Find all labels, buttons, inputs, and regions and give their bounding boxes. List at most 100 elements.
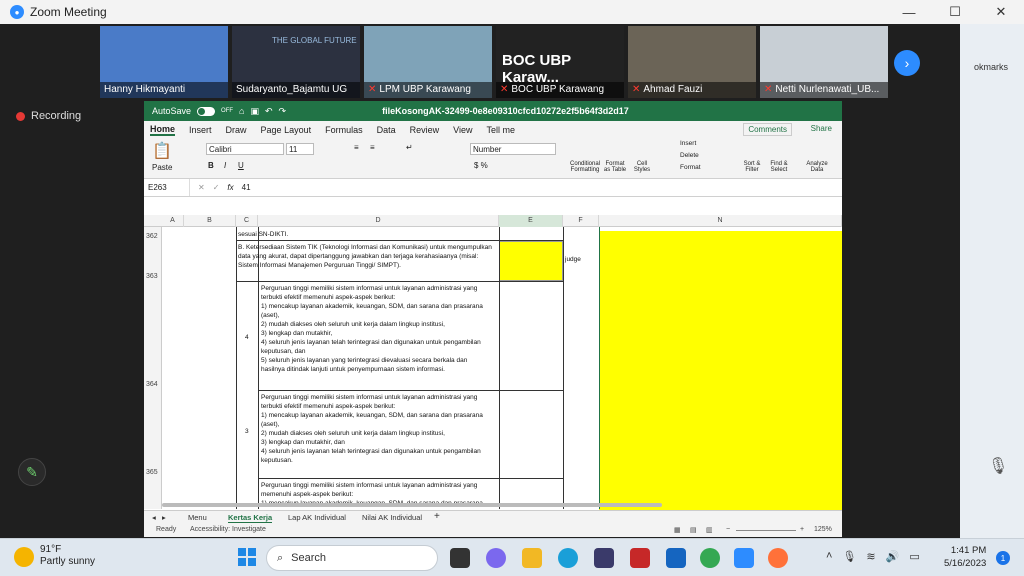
formula-enter-icon[interactable]: ✓ (213, 183, 220, 192)
column-header[interactable]: C (236, 215, 258, 227)
align-left-icon[interactable]: ≡ (354, 143, 359, 152)
battery-icon[interactable]: ▭ (909, 550, 919, 563)
column-header[interactable]: E (499, 215, 563, 227)
sheet-tab-nilai-ak-individual[interactable]: Nilai AK Individual (362, 513, 422, 522)
delete-cells-button[interactable]: Delete (680, 152, 699, 159)
row-header[interactable]: 363 (146, 273, 158, 280)
weather-sun-icon[interactable] (14, 547, 34, 567)
tab-formulas[interactable]: Formulas (325, 125, 363, 135)
participant-tile[interactable]: ✕ LPM UBP Karawang (364, 26, 492, 98)
align-center-icon[interactable]: ≡ (370, 143, 375, 152)
tab-view[interactable]: View (453, 125, 472, 135)
font-size-select[interactable]: 11 (286, 143, 314, 155)
tab-draw[interactable]: Draw (226, 125, 247, 135)
analyze-data-button[interactable]: Analyze Data (802, 161, 832, 173)
page-break-view-icon[interactable]: ▥ (706, 526, 713, 534)
horizontal-scrollbar[interactable] (162, 503, 662, 507)
tab-page-layout[interactable]: Page Layout (261, 125, 312, 135)
underline-button[interactable]: U (238, 161, 244, 170)
cell-d363[interactable]: B. Ketersediaan Sistem TIK (Teknologi In… (238, 243, 496, 270)
format-as-table-button[interactable]: Format as Table (602, 161, 628, 173)
share-button[interactable]: Share (807, 123, 836, 134)
cell-d365[interactable]: Perguruan tinggi memiliki sistem informa… (261, 393, 497, 465)
redo-icon[interactable]: ↷ (279, 106, 287, 117)
cell-d364[interactable]: Perguruan tinggi memiliki sistem informa… (261, 284, 497, 374)
taskbar-search[interactable]: ⌕ Search (266, 545, 438, 571)
formula-cancel-icon[interactable]: ✕ (198, 183, 205, 192)
system-clock[interactable]: 1:41 PM 5/16/2023 (944, 544, 986, 570)
tab-insert[interactable]: Insert (189, 125, 212, 135)
participant-tile[interactable]: Hanny Hikmayanti (100, 26, 228, 98)
bold-button[interactable]: B (208, 161, 214, 170)
conditional-formatting-button[interactable]: Conditional Formatting (568, 161, 602, 173)
italic-button[interactable]: I (224, 161, 226, 170)
windows-start-icon[interactable] (238, 548, 256, 566)
weather-widget[interactable]: 91°F Partly sunny (40, 544, 95, 568)
close-icon[interactable]: ✕ (978, 0, 1024, 24)
edge-icon[interactable] (558, 548, 578, 568)
cell-f363[interactable]: judge (565, 255, 581, 264)
save-icon[interactable]: ▣ (250, 106, 259, 117)
paste-button[interactable]: Paste (152, 163, 172, 172)
comments-button[interactable]: Comments (743, 123, 792, 136)
maximize-icon[interactable]: ☐ (932, 0, 978, 24)
zoom-slider[interactable] (736, 530, 796, 531)
cell-c364[interactable]: 4 (245, 333, 249, 342)
pencil-icon[interactable]: ✎ (18, 458, 46, 486)
row-header[interactable]: 362 (146, 233, 158, 240)
function-icon[interactable]: fx (227, 183, 233, 192)
column-header[interactable]: A (162, 215, 184, 227)
mail-icon[interactable] (666, 548, 686, 568)
zoom-in-icon[interactable]: + (800, 526, 804, 533)
zoom-app-icon[interactable] (734, 548, 754, 568)
zoom-level[interactable]: 125% (814, 526, 832, 533)
home-icon[interactable]: ⌂ (239, 106, 244, 116)
insert-cells-button[interactable]: Insert (680, 140, 696, 147)
wrap-text-icon[interactable]: ↵ (406, 143, 413, 152)
zoom-out-icon[interactable]: − (726, 526, 730, 533)
recording-indicator[interactable]: Recording (16, 110, 81, 122)
paste-icon[interactable]: 📋 (152, 141, 172, 161)
chevron-right-icon[interactable]: › (894, 50, 920, 76)
page-layout-view-icon[interactable]: ▤ (690, 526, 697, 534)
row-header[interactable]: 365 (146, 469, 158, 476)
sheet-tab-lap-ak-individual[interactable]: Lap AK Individual (288, 513, 346, 522)
file-explorer-icon[interactable] (522, 548, 542, 568)
sort-filter-button[interactable]: Sort & Filter (740, 161, 764, 173)
tab-home[interactable]: Home (150, 124, 176, 136)
cell-c365[interactable]: 3 (245, 427, 249, 436)
participant-tile[interactable]: ✕ Netti Nurlenawati_UB... (760, 26, 888, 98)
sheet-nav-next-icon[interactable]: ▸ (162, 513, 166, 522)
minimize-icon[interactable]: — (886, 0, 932, 24)
accessibility-status[interactable]: Accessibility: Investigate (190, 526, 266, 533)
number-format-select[interactable]: Number (470, 143, 556, 155)
bookmarks-label[interactable]: okmarks (974, 62, 1008, 72)
format-cells-button[interactable]: Format (680, 164, 701, 171)
sheet-tab-menu[interactable]: Menu (188, 513, 207, 522)
column-header[interactable]: D (258, 215, 499, 227)
autosave-toggle[interactable] (197, 106, 216, 116)
chevron-up-icon[interactable]: ˄ (826, 550, 832, 563)
row-header[interactable]: 364 (146, 381, 158, 388)
cell-styles-button[interactable]: Cell Styles (630, 161, 654, 173)
mcafee-icon[interactable] (630, 548, 650, 568)
wifi-icon[interactable]: ≋ (866, 550, 875, 563)
find-select-button[interactable]: Find & Select (766, 161, 792, 173)
column-header[interactable]: N (599, 215, 842, 227)
worksheet-grid[interactable]: A B C D E F N 362 363 364 365 sesuai SN-… (144, 215, 842, 521)
participant-tile[interactable]: THE GLOBAL FUTURE Sudaryanto_Bajamtu UG (232, 26, 360, 98)
notification-badge[interactable]: 1 (996, 551, 1010, 565)
chrome-icon[interactable] (700, 548, 720, 568)
sheet-tab-kertas-kerja[interactable]: Kertas Kerja (228, 513, 273, 523)
sheet-nav-prev-icon[interactable]: ◂ (152, 513, 156, 522)
store-icon[interactable] (594, 548, 614, 568)
font-name-select[interactable]: Calibri (206, 143, 284, 155)
volume-icon[interactable]: 🔊 (886, 550, 900, 563)
highlighted-column-n[interactable] (599, 231, 842, 521)
add-sheet-icon[interactable]: + (434, 511, 440, 522)
formula-input[interactable]: 41 (242, 183, 251, 192)
undo-icon[interactable]: ↶ (265, 106, 273, 117)
chat-icon[interactable] (486, 548, 506, 568)
task-view-icon[interactable] (450, 548, 470, 568)
name-box[interactable]: E263 (144, 179, 190, 196)
